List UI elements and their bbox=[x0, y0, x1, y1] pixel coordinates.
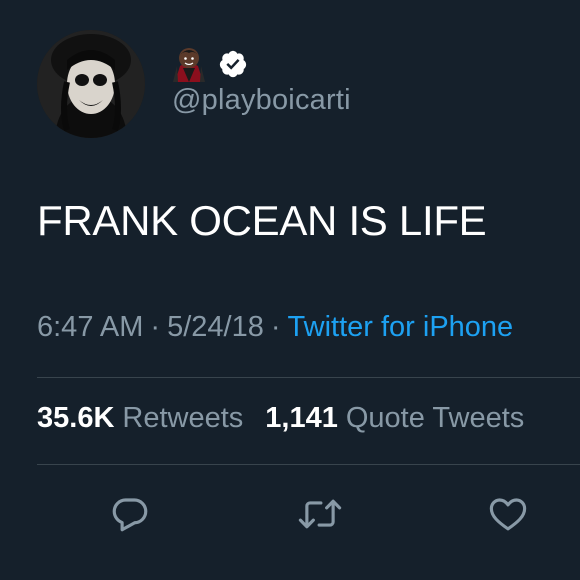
quote-tweets-count: 1,141 bbox=[265, 402, 338, 434]
quote-tweets-stat[interactable]: 1,141 Quote Tweets bbox=[265, 402, 546, 434]
divider bbox=[37, 464, 580, 465]
retweets-label: Retweets bbox=[122, 402, 244, 434]
retweet-icon bbox=[298, 499, 342, 529]
user-handle[interactable]: @playboicarti bbox=[172, 84, 351, 117]
tweet-meta: 6:47 AM · 5/24/18 · Twitter for iPhone bbox=[37, 311, 513, 344]
retweet-button[interactable] bbox=[296, 490, 344, 538]
display-name[interactable] bbox=[172, 44, 248, 84]
like-icon bbox=[489, 498, 527, 531]
tweet-source-link[interactable]: Twitter for iPhone bbox=[288, 311, 514, 343]
reply-icon bbox=[112, 498, 148, 532]
quote-tweets-label: Quote Tweets bbox=[345, 402, 525, 434]
verified-badge-icon bbox=[219, 50, 247, 78]
meta-separator: · bbox=[150, 311, 161, 343]
retweets-stat[interactable]: 35.6K Retweets bbox=[37, 402, 265, 434]
avatar-image bbox=[37, 30, 145, 138]
divider bbox=[37, 377, 580, 378]
reply-button[interactable] bbox=[106, 490, 154, 538]
retweets-count: 35.6K bbox=[37, 402, 115, 434]
meta-separator: · bbox=[270, 311, 281, 343]
tweet-text: FRANK OCEAN IS LIFE bbox=[37, 197, 487, 244]
avatar[interactable] bbox=[37, 30, 145, 138]
tweet-stats: 35.6K Retweets 1,141 Quote Tweets bbox=[37, 402, 546, 435]
vampire-emoji-icon bbox=[173, 48, 205, 82]
tweet-date[interactable]: 5/24/18 bbox=[167, 311, 264, 343]
like-button[interactable] bbox=[484, 490, 532, 538]
tweet-time[interactable]: 6:47 AM bbox=[37, 311, 143, 343]
